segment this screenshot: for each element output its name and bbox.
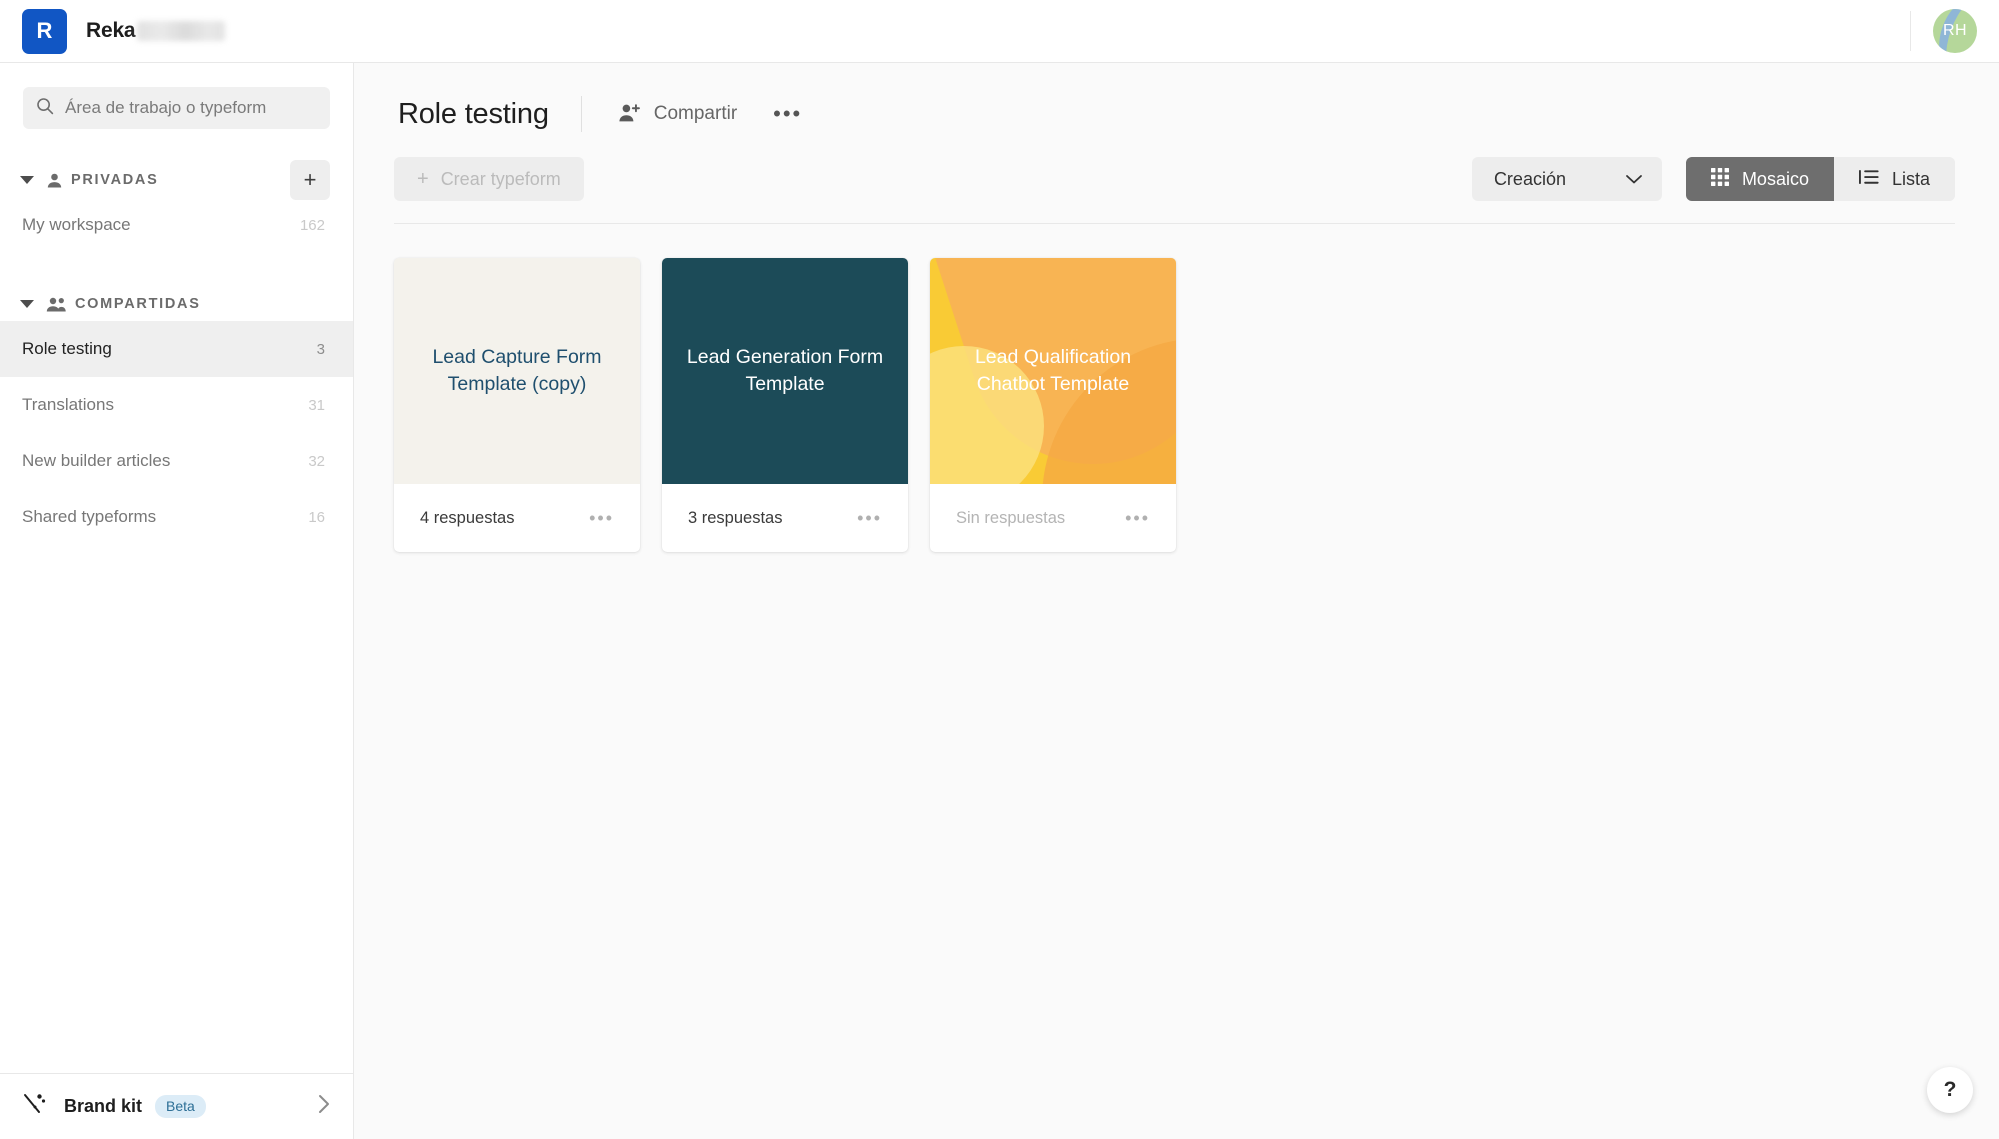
card-preview: Lead Capture Form Template (copy) xyxy=(394,258,640,484)
section-title-privadas: PRIVADAS xyxy=(71,172,159,188)
magic-wand-icon xyxy=(22,1091,48,1122)
brand-name: Reka xyxy=(86,19,136,42)
section-header-compartidas: COMPARTIDAS xyxy=(0,287,353,321)
section-title-compartidas: COMPARTIDAS xyxy=(75,296,201,312)
page-more-options-button[interactable]: ••• xyxy=(767,99,808,129)
card-response-count: Sin respuestas xyxy=(956,508,1066,527)
section-header-privadas: PRIVADAS + xyxy=(0,160,353,200)
card-title: Lead Capture Form Template (copy) xyxy=(432,346,602,395)
avatar-initials: RH xyxy=(1943,22,1967,39)
create-typeform-label: Crear typeform xyxy=(440,168,561,189)
share-label: Compartir xyxy=(653,103,738,124)
sidebar-item-count: 16 xyxy=(308,508,325,526)
typeform-card-grid: Lead Capture Form Template (copy) 4 resp… xyxy=(354,224,1999,552)
card-response-count: 4 respuestas xyxy=(420,508,515,527)
card-more-options-button[interactable]: ••• xyxy=(853,505,886,531)
top-bar-right: RH xyxy=(1910,0,1999,62)
chevron-right-icon xyxy=(317,1093,331,1120)
main-content: Role testing Compartir ••• + Crear typef… xyxy=(354,63,1999,1139)
card-more-options-button[interactable]: ••• xyxy=(585,505,618,531)
view-toggle-tile[interactable]: Mosaico xyxy=(1685,157,1834,201)
add-person-icon xyxy=(618,103,642,126)
view-toggle-tile-label: Mosaico xyxy=(1741,168,1809,189)
chevron-down-icon-privadas[interactable] xyxy=(20,176,34,184)
beta-badge: Beta xyxy=(155,1095,206,1118)
typeform-card[interactable]: Lead Generation Form Template 3 respuest… xyxy=(662,258,908,552)
sidebar-item-count: 31 xyxy=(308,396,325,414)
chevron-down-icon-compartidas[interactable] xyxy=(20,300,34,308)
toolbar: + Crear typeform Creación Mosaico Lista xyxy=(354,137,1999,201)
card-footer: Sin respuestas ••• xyxy=(930,484,1176,552)
search-icon xyxy=(36,97,54,120)
sidebar-item-count: 3 xyxy=(316,340,325,358)
sidebar-item-role-testing[interactable]: Role testing 3 xyxy=(0,321,353,377)
person-icon xyxy=(46,172,63,189)
sort-selected-value: Creación xyxy=(1493,168,1566,189)
card-title: Lead Generation Form Template xyxy=(686,346,884,395)
brand-kit-button[interactable]: Brand kit Beta xyxy=(0,1073,353,1139)
sort-dropdown[interactable]: Creación xyxy=(1471,157,1662,201)
sidebar: Área de trabajo o typeform PRIVADAS + My… xyxy=(0,63,354,1139)
typeform-card[interactable]: Lead Capture Form Template (copy) 4 resp… xyxy=(394,258,640,552)
plus-icon: + xyxy=(417,168,429,190)
sidebar-item-label: Shared typeforms xyxy=(22,507,157,526)
help-button[interactable]: ? xyxy=(1927,1067,1973,1113)
share-button[interactable]: Compartir xyxy=(614,97,741,132)
card-title: Lead Qualification Chatbot Template xyxy=(974,346,1132,395)
create-typeform-button[interactable]: + Crear typeform xyxy=(394,157,584,201)
sidebar-item-my-workspace[interactable]: My workspace 162 xyxy=(0,197,353,253)
brand-kit-label: Brand kit xyxy=(64,1096,143,1116)
page-title: Role testing xyxy=(398,97,549,130)
workspace-logo[interactable]: R xyxy=(22,8,67,54)
grid-icon xyxy=(1710,167,1729,191)
sidebar-item-translations[interactable]: Translations 31 xyxy=(0,377,353,433)
sidebar-item-new-builder-articles[interactable]: New builder articles 32 xyxy=(0,433,353,489)
card-preview: Lead Generation Form Template xyxy=(662,258,908,484)
avatar[interactable]: RH xyxy=(1933,9,1977,53)
card-footer: 3 respuestas ••• xyxy=(662,484,908,552)
card-response-count: 3 respuestas xyxy=(688,508,783,527)
toolbar-right: Creación Mosaico Lista xyxy=(1471,157,1955,201)
chevron-down-icon xyxy=(1599,173,1643,185)
sidebar-item-label: New builder articles xyxy=(22,451,171,470)
sidebar-item-count: 162 xyxy=(299,216,325,234)
add-workspace-button[interactable]: + xyxy=(290,160,330,200)
sidebar-item-label: My workspace xyxy=(22,215,131,234)
view-toggle-list[interactable]: Lista xyxy=(1833,157,1955,201)
top-bar: R Reka RH xyxy=(0,0,1999,63)
typeform-card[interactable]: Lead Qualification Chatbot Template Sin … xyxy=(930,258,1176,552)
page-header: Role testing Compartir ••• xyxy=(354,63,1999,137)
search-placeholder: Área de trabajo o typeform xyxy=(65,98,267,117)
view-toggle-list-label: Lista xyxy=(1891,168,1930,189)
view-toggle: Mosaico Lista xyxy=(1685,157,1955,201)
search-container: Área de trabajo o typeform xyxy=(0,63,353,129)
list-icon xyxy=(1858,169,1879,190)
card-footer: 4 respuestas ••• xyxy=(394,484,640,552)
sidebar-item-shared-typeforms[interactable]: Shared typeforms 16 xyxy=(0,489,353,545)
card-more-options-button[interactable]: ••• xyxy=(1121,505,1154,531)
sidebar-item-label: Role testing xyxy=(22,339,112,358)
people-icon xyxy=(46,296,67,313)
sidebar-item-label: Translations xyxy=(22,395,114,414)
redacted-account-name xyxy=(137,21,226,41)
header-divider xyxy=(580,96,582,132)
search-input[interactable]: Área de trabajo o typeform xyxy=(23,87,330,129)
sidebar-item-count: 32 xyxy=(308,452,325,470)
card-preview: Lead Qualification Chatbot Template xyxy=(930,258,1176,484)
top-bar-divider xyxy=(1910,11,1911,51)
